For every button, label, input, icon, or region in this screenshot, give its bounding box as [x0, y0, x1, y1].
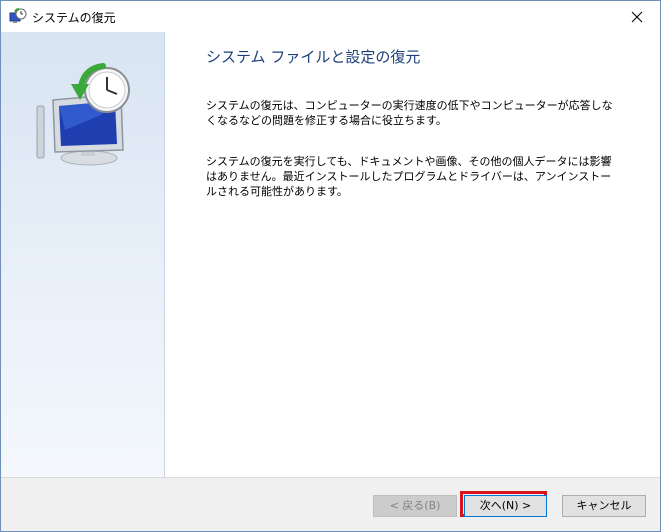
- wizard-side-panel: [1, 32, 165, 477]
- next-button[interactable]: 次へ(N) >: [464, 495, 547, 517]
- system-restore-icon: [9, 8, 27, 26]
- window-title: システムの復元: [32, 11, 116, 25]
- title-bar[interactable]: システムの復元: [1, 1, 660, 32]
- page-heading: システム ファイルと設定の復元: [206, 48, 421, 66]
- description-paragraph-1: システムの復元は、コンピューターの実行速度の低下やコンピューターが応答しなくなる…: [206, 99, 613, 127]
- cancel-button[interactable]: キャンセル: [562, 495, 646, 517]
- wizard-content: システム ファイルと設定の復元 システムの復元は、コンピューターの実行速度の低下…: [165, 32, 660, 477]
- close-icon: [631, 11, 643, 23]
- computer-clock-restore-icon: [31, 60, 136, 170]
- back-button[interactable]: < 戻る(B): [373, 495, 457, 517]
- button-bar: < 戻る(B) 次へ(N) > キャンセル: [1, 477, 660, 531]
- system-restore-window: システムの復元 システム ファイルと設定の復元 システムの復元は、コンピューター…: [0, 0, 661, 532]
- description-paragraph-2: システムの復元を実行しても、ドキュメントや画像、その他の個人データには影響はあり…: [206, 155, 612, 198]
- close-button[interactable]: [614, 1, 660, 32]
